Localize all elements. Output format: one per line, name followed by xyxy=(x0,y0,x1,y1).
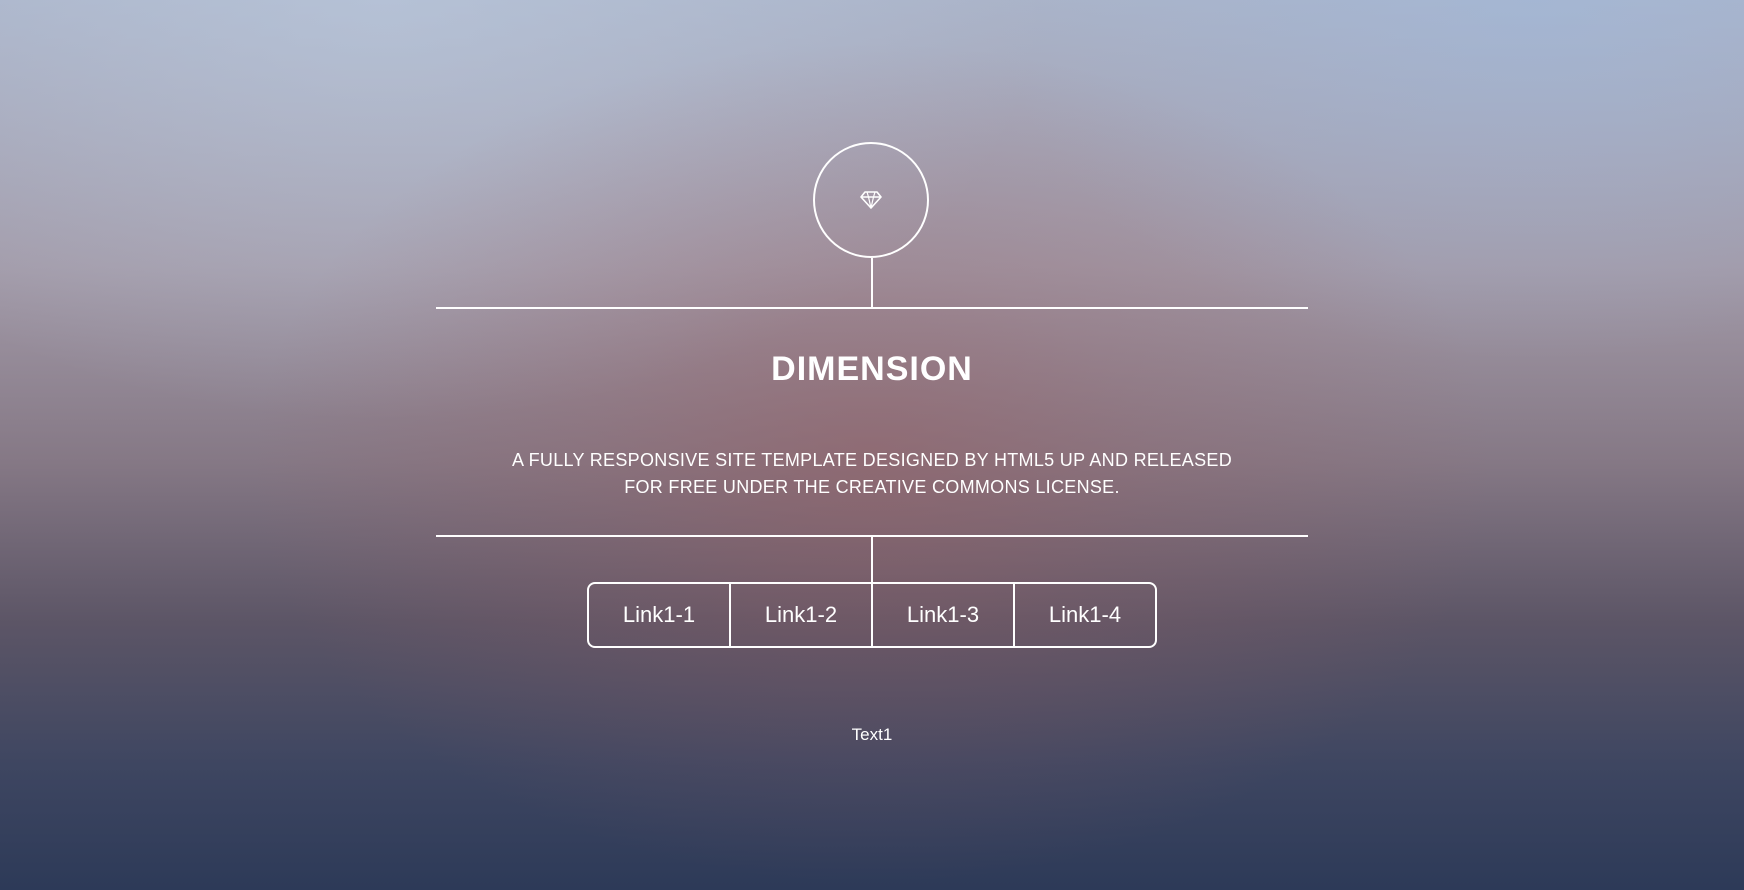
diamond-icon xyxy=(860,191,882,209)
main-nav: Link1-1 Link1-2 Link1-3 Link1-4 xyxy=(587,582,1157,648)
page-subtitle: A FULLY RESPONSIVE SITE TEMPLATE DESIGNE… xyxy=(500,447,1244,501)
footer-text: Text1 xyxy=(851,725,893,744)
nav-link-2[interactable]: Link1-2 xyxy=(729,584,871,646)
nav-link-1[interactable]: Link1-1 xyxy=(589,584,729,646)
connector-line-bottom xyxy=(871,536,873,582)
logo xyxy=(813,142,929,258)
subtitle-line-2: FOR FREE UNDER THE CREATIVE COMMONS LICE… xyxy=(624,477,1120,497)
divider-top xyxy=(436,307,1308,309)
nav-link-3[interactable]: Link1-3 xyxy=(871,584,1013,646)
connector-line-top xyxy=(871,258,873,307)
page: DIMENSION A FULLY RESPONSIVE SITE TEMPLA… xyxy=(0,0,1744,890)
page-title: DIMENSION xyxy=(771,350,973,388)
subtitle-line-1: A FULLY RESPONSIVE SITE TEMPLATE DESIGNE… xyxy=(511,450,1233,470)
nav-link-4[interactable]: Link1-4 xyxy=(1013,584,1155,646)
